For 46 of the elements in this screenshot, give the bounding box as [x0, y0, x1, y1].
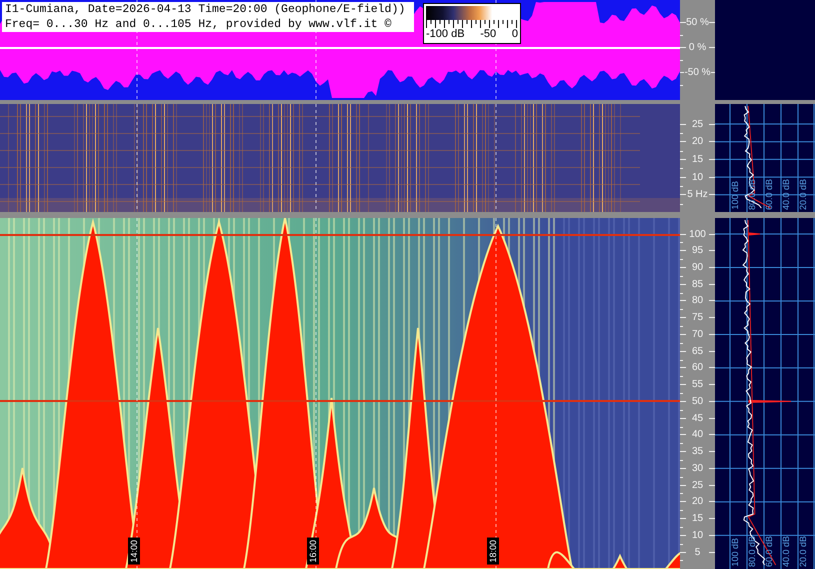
- spectrum-db-label: 80.0 dB: [747, 178, 757, 210]
- axis-label: 80: [690, 295, 704, 306]
- axis-label: 35: [690, 446, 704, 458]
- frequency-info: Freq= 0...30 Hz and 0...105 Hz, provided by www.vlf.it ©: [2, 17, 414, 32]
- axis-label: 15: [690, 154, 704, 165]
- axis-label: 5: [694, 546, 702, 558]
- axis-label: 45: [690, 412, 704, 424]
- axis-label: 65: [690, 346, 704, 357]
- spectrum-db-label: 40.0 dB: [781, 178, 791, 210]
- scale-label: -100 dB: [426, 28, 465, 40]
- station-title: I1-Cumiana, Date=2026-04-13 Time=20:00 (Geophone/E-field)): [2, 2, 414, 17]
- axis-label: 0 %: [688, 42, 708, 52]
- spectrum-db-label: 60.0 dB: [764, 178, 774, 210]
- scale-label: -50: [480, 28, 496, 40]
- time-label: 18:00: [487, 538, 499, 565]
- axis-label: 100: [688, 228, 707, 240]
- axis-label: 25: [690, 480, 704, 491]
- spectrum-db-label: 80.0 dB: [747, 536, 757, 567]
- spectrum-db-label: 60.0 dB: [764, 536, 774, 567]
- spectrum-db-label: 20.0 dB: [798, 536, 808, 567]
- axis-label: 60: [690, 362, 704, 374]
- axis-label: 50: [690, 396, 704, 407]
- axis-label: 90: [690, 262, 704, 273]
- axis-label: 50 %: [686, 16, 709, 28]
- scale-label: 0: [512, 28, 518, 40]
- axis-label: 95: [690, 245, 704, 256]
- spectrum-db-label: 20.0 dB: [798, 178, 808, 210]
- spectrum-db-label: 100 dB: [730, 181, 740, 210]
- axis-label: 30: [690, 462, 704, 474]
- axis-label: -50 %: [684, 66, 711, 78]
- axis-label: 70: [690, 328, 704, 340]
- axis-label: 75: [690, 312, 704, 324]
- axis-label: 25: [690, 118, 704, 130]
- axis-label: 10: [690, 172, 704, 183]
- spectrum-db-label: 40.0 dB: [781, 536, 791, 567]
- time-label: 14:00: [128, 538, 140, 565]
- axis-label: 40: [690, 429, 704, 440]
- spectrum-db-label: 100 dB: [730, 538, 740, 567]
- axis-label: 10: [690, 530, 704, 541]
- axis-label: 20: [690, 496, 704, 508]
- axis-label: 55: [690, 379, 704, 390]
- axis-label: 85: [690, 278, 704, 290]
- time-label: 16:00: [307, 538, 319, 565]
- axis-label: 20: [690, 136, 704, 148]
- axis-label: 5 Hz: [686, 189, 709, 200]
- axis-label: 15: [690, 513, 704, 524]
